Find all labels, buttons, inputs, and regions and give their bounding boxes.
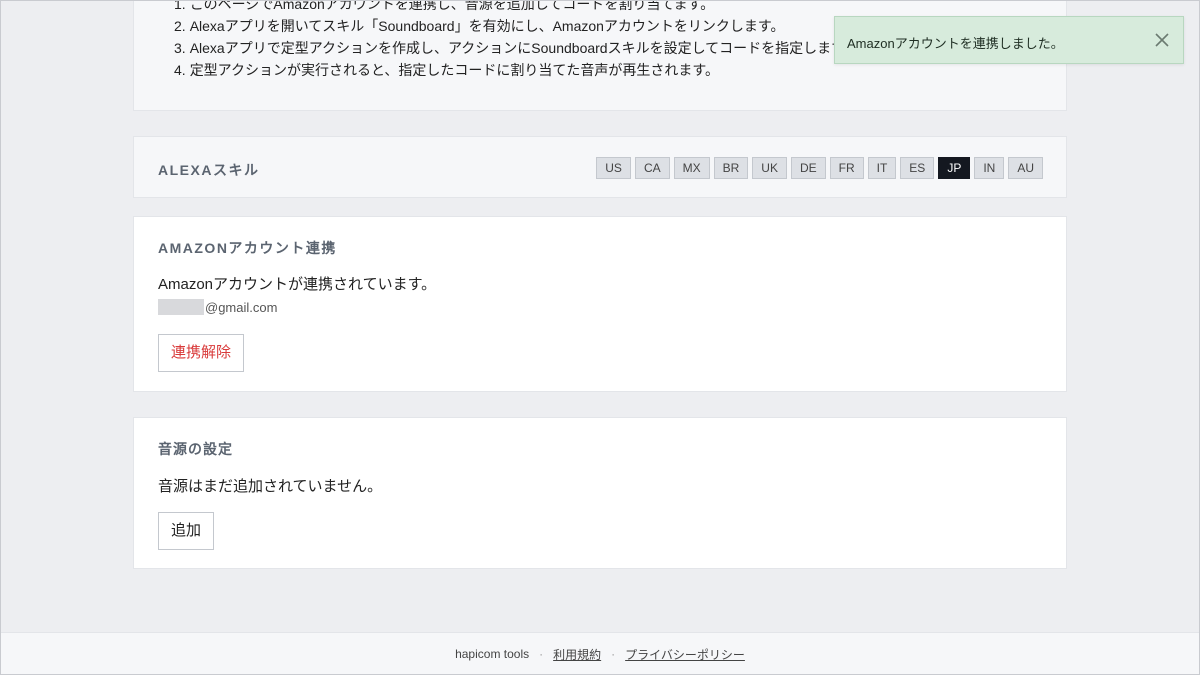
region-button-it[interactable]: IT	[867, 157, 897, 179]
step-item: 1. このページでAmazonアカウントを連携し、音源を追加してコードを割り当てま…	[174, 0, 715, 12]
region-button-mx[interactable]: MX	[673, 157, 710, 179]
region-button-fr[interactable]: FR	[829, 157, 864, 179]
alexa-skill-card: ALEXAスキル US CA MX BR UK DE FR IT ES JP I…	[133, 136, 1067, 198]
section-title-amazon: AMAZONアカウント連携	[158, 240, 337, 256]
sound-settings-card: 音源の設定 音源はまだ追加されていません。 追加	[133, 417, 1067, 569]
toast-message: Amazonアカウントを連携しました。	[847, 36, 1064, 51]
footer: hapicom tools · 利用規約 · プライバシーポリシー	[0, 632, 1200, 675]
success-toast: Amazonアカウントを連携しました。	[834, 16, 1184, 64]
amazon-account-card: AMAZONアカウント連携 Amazonアカウントが連携されています。 @gma…	[133, 216, 1067, 392]
unlink-button[interactable]: 連携解除	[158, 334, 245, 372]
region-button-de[interactable]: DE	[790, 157, 826, 179]
region-button-au[interactable]: AU	[1008, 157, 1043, 179]
section-title-sound: 音源の設定	[158, 441, 233, 457]
empty-sound-text: 音源はまだ追加されていません。	[158, 478, 383, 495]
region-button-jp[interactable]: JP	[938, 157, 971, 179]
region-button-us[interactable]: US	[596, 157, 631, 179]
email-domain: @gmail.com	[205, 299, 278, 315]
region-button-in[interactable]: IN	[974, 157, 1005, 179]
close-icon[interactable]	[1153, 31, 1171, 49]
region-button-ca[interactable]: CA	[634, 157, 670, 179]
region-selector: US CA MX BR UK DE FR IT ES JP IN AU	[596, 157, 1043, 179]
region-button-br[interactable]: BR	[713, 157, 749, 179]
section-title-alexa-skill: ALEXAスキル	[158, 162, 260, 178]
privacy-link[interactable]: プライバシーポリシー	[625, 646, 745, 663]
terms-link[interactable]: 利用規約	[553, 646, 601, 663]
footer-separator: ·	[611, 647, 616, 661]
add-sound-button[interactable]: 追加	[158, 512, 215, 550]
email-redaction	[158, 299, 204, 315]
link-status-text: Amazonアカウントが連携されています。	[158, 276, 437, 293]
region-button-es[interactable]: ES	[900, 157, 935, 179]
region-button-uk[interactable]: UK	[752, 157, 787, 179]
linked-email: @gmail.com	[158, 299, 277, 315]
footer-separator: ·	[539, 647, 544, 661]
footer-brand: hapicom tools	[455, 647, 530, 661]
